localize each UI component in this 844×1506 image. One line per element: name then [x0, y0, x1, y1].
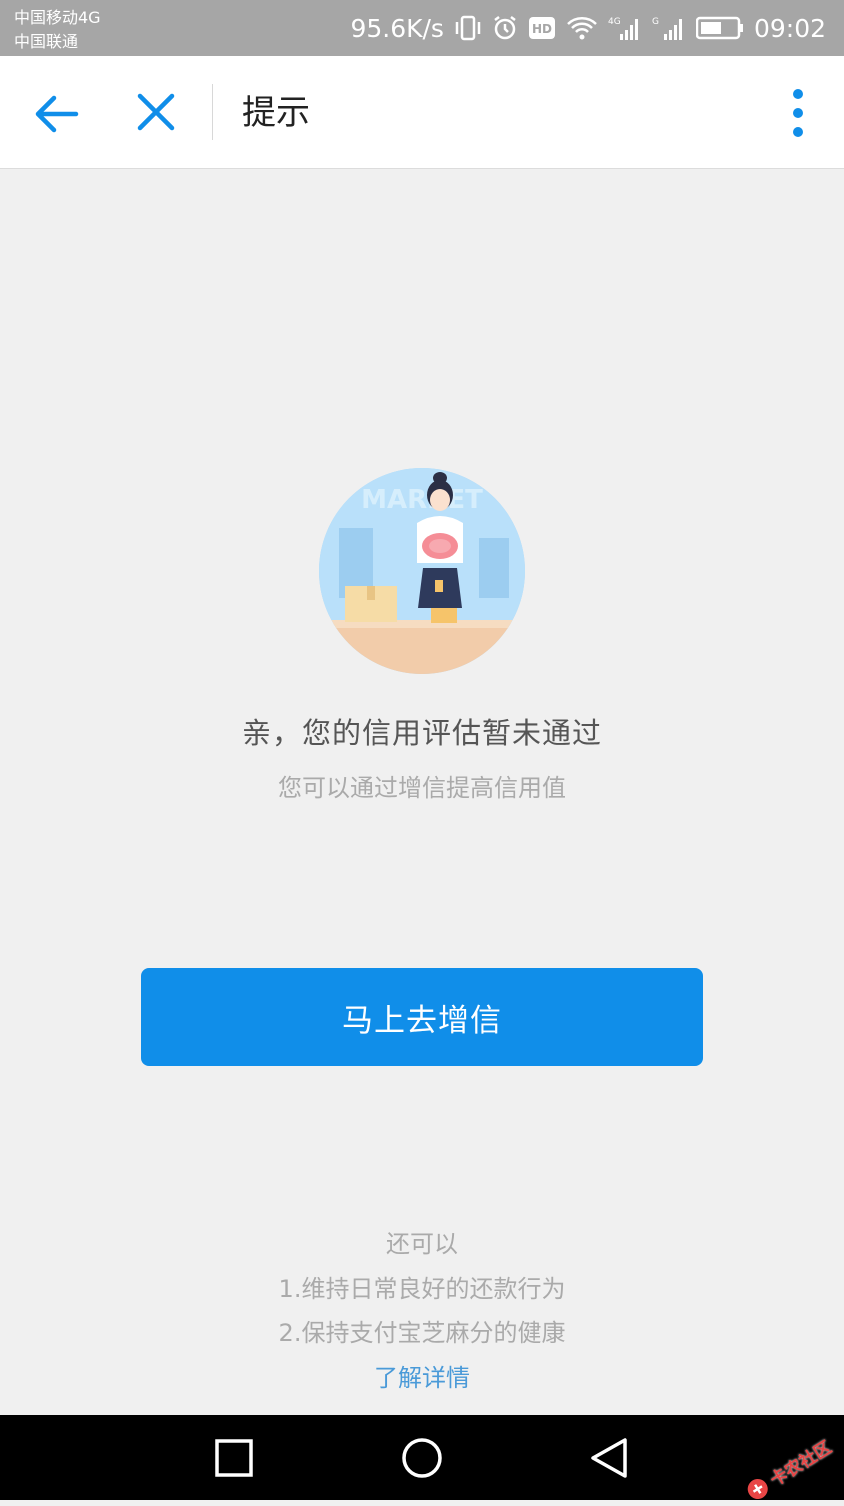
alarm-icon [492, 15, 518, 41]
tip-item-1: 1.维持日常良好的还款行为 [278, 1274, 566, 1303]
more-vertical-icon[interactable] [790, 88, 806, 138]
vibrate-icon [454, 15, 482, 41]
hd-icon: HD [528, 16, 556, 40]
watermark: 卡农社区 [741, 1433, 836, 1505]
increase-credit-button[interactable]: 马上去增信 [141, 968, 703, 1066]
market-sign: MARKET [361, 485, 483, 515]
tip-item-2: 2.保持支付宝芝麻分的健康 [278, 1319, 566, 1347]
shop-assistant-illustration: MARKET [319, 468, 525, 674]
watermark-text: 卡农社区 [767, 1437, 836, 1491]
carrier-2: 中国联通 [14, 32, 79, 51]
result-headline: 亲，您的信用评估暂未通过 [241, 716, 602, 750]
clock: 09:02 [753, 13, 826, 43]
status-bar: 中国移动4G 中国联通 95.6K/s HD 4G G 09:02 [0, 0, 844, 56]
tips-heading: 还可以 [386, 1230, 458, 1258]
home-icon[interactable] [399, 1435, 445, 1481]
learn-more-link[interactable]: 了解详情 [374, 1356, 470, 1401]
signal-g-icon: G [652, 14, 686, 42]
tips-section: 还可以 1.维持日常良好的还款行为 2.保持支付宝芝麻分的健康 了解详情 [0, 1222, 844, 1400]
svg-text:HD: HD [532, 22, 552, 36]
network-speed: 95.6K/s [350, 13, 444, 43]
svg-text:G: G [652, 17, 659, 27]
wifi-icon [566, 15, 598, 41]
page-title: 提示 [242, 93, 310, 133]
app-bar-divider [212, 84, 213, 140]
carrier-1: 中国移动4G [14, 8, 101, 27]
carrier-info: 中国移动4G 中国联通 [14, 6, 101, 54]
back-triangle-icon[interactable] [586, 1435, 632, 1481]
status-icons: 95.6K/s HD 4G G 09:02 [350, 0, 826, 56]
navigation-bar: 卡农社区 [0, 1415, 844, 1500]
recent-apps-icon[interactable] [211, 1435, 257, 1481]
app-bar: 提示 [0, 56, 844, 169]
svg-text:4G: 4G [608, 17, 621, 27]
battery-icon [695, 15, 744, 41]
arrow-left-icon[interactable] [30, 88, 82, 140]
close-icon[interactable] [132, 88, 180, 136]
signal-4g-icon: 4G [608, 14, 642, 42]
result-subline: 您可以通过增信提高信用值 [278, 774, 566, 802]
